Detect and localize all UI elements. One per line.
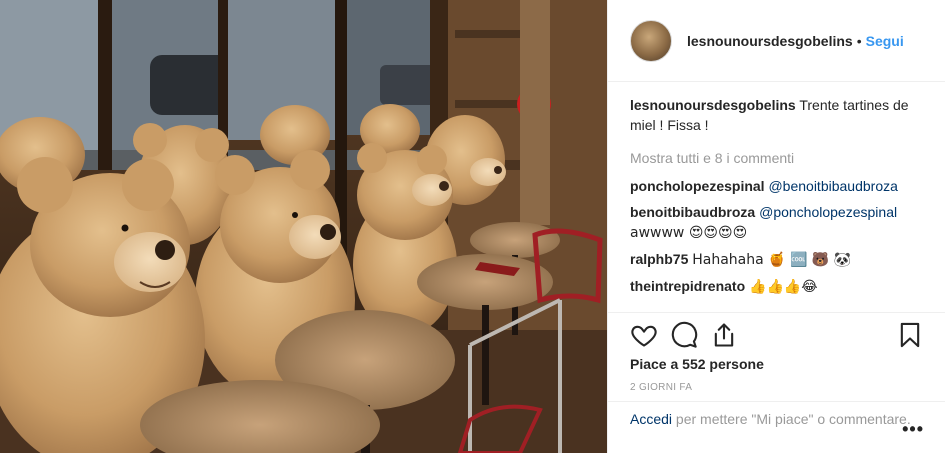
comment-item: theintrepidrenato 👍👍👍😂	[630, 276, 922, 297]
caption-username[interactable]: lesnounoursdesgobelins	[630, 97, 796, 113]
comment-mention[interactable]: @benoitbibaudbroza	[768, 178, 897, 194]
post-author-username[interactable]: lesnounoursdesgobelins	[687, 33, 853, 49]
comment-username[interactable]: benoitbibaudbroza	[630, 204, 755, 220]
bookmark-icon[interactable]	[896, 321, 924, 349]
login-prompt-text: per mettere "Mi piace" o commentare.	[672, 411, 911, 427]
more-options-icon[interactable]: •••	[902, 420, 924, 438]
post-photo[interactable]	[0, 0, 607, 453]
login-prompt: Accedi per mettere "Mi piace" o commenta…	[608, 401, 945, 443]
show-all-comments-link[interactable]: Mostra tutti e 8 i commenti	[630, 148, 922, 168]
comment-icon[interactable]	[670, 321, 698, 349]
post-details-panel: lesnounoursdesgobelins • Segui lesnounou…	[607, 0, 945, 453]
follow-button[interactable]: Segui	[866, 33, 904, 49]
comment-username[interactable]: ralphb75	[630, 251, 688, 267]
comment-item: poncholopezespinal @benoitbibaudbroza	[630, 176, 922, 196]
post-actions: Piace a 552 persone 2 giorni fa Accedi p…	[608, 312, 945, 442]
comment-username[interactable]: theintrepidrenato	[630, 278, 745, 294]
likes-count[interactable]: Piace a 552 persone	[630, 356, 764, 372]
comment-text: Hahahaha 🍯 🆒 🐻 🐼	[692, 252, 852, 268]
avatar[interactable]	[630, 19, 672, 62]
caption: lesnounoursdesgobelins Trente tartines d…	[630, 95, 922, 135]
post-header: lesnounoursdesgobelins • Segui	[608, 0, 945, 82]
comment-text: 👍👍👍😂	[749, 279, 818, 295]
heart-icon[interactable]	[630, 321, 658, 349]
share-icon[interactable]	[710, 321, 738, 349]
comment-text: awwww 😍😍😍😍	[630, 225, 748, 241]
post-timestamp: 2 giorni fa	[630, 382, 693, 393]
comments-section: lesnounoursdesgobelins Trente tartines d…	[630, 95, 922, 303]
comment-mention[interactable]: @poncholopezespinal	[759, 204, 897, 220]
comment-item: benoitbibaudbroza @poncholopezespinal aw…	[630, 202, 922, 243]
comment-item: ralphb75 Hahahaha 🍯 🆒 🐻 🐼	[630, 249, 922, 270]
comment-username[interactable]: poncholopezespinal	[630, 178, 765, 194]
separator-dot: •	[856, 32, 862, 49]
login-link[interactable]: Accedi	[630, 411, 672, 427]
